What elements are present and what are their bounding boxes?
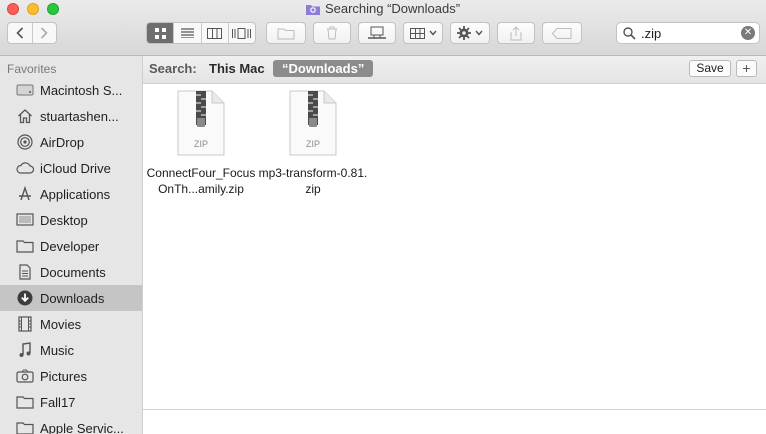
sidebar-item-label: Desktop xyxy=(40,212,88,228)
sidebar-item-label: Documents xyxy=(40,264,106,280)
title-toolbar: Searching “Downloads” .zip ✕ xyxy=(0,0,766,56)
film-icon xyxy=(15,314,35,334)
search-scope-bar: Search: This Mac “Downloads” Save + xyxy=(143,56,766,84)
folder-add-icon xyxy=(277,28,295,39)
forward-button[interactable] xyxy=(33,23,57,43)
list-view-button[interactable] xyxy=(174,23,202,43)
trash-button[interactable] xyxy=(313,22,351,44)
connect-server-button[interactable] xyxy=(358,22,396,44)
tags-button[interactable] xyxy=(542,22,582,44)
hard-drive-icon xyxy=(15,80,35,100)
icon-view-icon xyxy=(154,27,166,39)
folder-icon xyxy=(15,418,35,434)
sidebar-item-fall17[interactable]: Fall17 xyxy=(0,389,142,415)
share-icon xyxy=(510,25,522,40)
scope-downloads[interactable]: “Downloads” xyxy=(273,60,374,77)
window-title-text: Searching “Downloads” xyxy=(324,1,461,16)
column-view-button[interactable] xyxy=(202,23,229,43)
download-icon xyxy=(15,288,35,308)
sidebar-item-developer[interactable]: Developer xyxy=(0,233,142,259)
sidebar-item-downloads[interactable]: Downloads xyxy=(0,285,142,311)
airdrop-icon xyxy=(15,132,35,152)
view-mode-control xyxy=(146,22,256,44)
chevron-left-icon xyxy=(16,27,23,39)
file-item[interactable]: ZIP ConnectFour_FocusOnTh...amily.zip xyxy=(146,90,256,197)
sidebar: Favorites Macintosh S... stuartashen... … xyxy=(0,56,143,434)
file-name: ConnectFour_FocusOnTh...amily.zip xyxy=(146,166,256,196)
smart-folder-icon xyxy=(305,3,320,18)
sidebar-item-apple-services[interactable]: Apple Servic... xyxy=(0,415,142,434)
sidebar-item-label: Apple Servic... xyxy=(40,420,124,434)
tag-icon xyxy=(552,27,572,39)
cloud-icon xyxy=(15,158,35,178)
sidebar-item-home[interactable]: stuartashen... xyxy=(0,103,142,129)
scope-label: Search: xyxy=(149,61,197,76)
computer-icon xyxy=(368,26,386,39)
zip-file-icon: ZIP xyxy=(177,90,225,156)
action-button[interactable] xyxy=(450,22,490,44)
clear-search-icon[interactable]: ✕ xyxy=(741,26,755,40)
sidebar-item-label: stuartashen... xyxy=(40,108,119,124)
folder-icon xyxy=(15,392,35,412)
bottom-divider xyxy=(143,409,766,410)
cover-flow-icon xyxy=(232,27,252,39)
add-criteria-button[interactable]: + xyxy=(736,60,757,77)
share-button[interactable] xyxy=(497,22,535,44)
sidebar-item-music[interactable]: Music xyxy=(0,337,142,363)
zip-badge: ZIP xyxy=(306,139,320,149)
window-title: Searching “Downloads” xyxy=(0,1,766,18)
list-view-icon xyxy=(180,28,194,38)
finder-window: Searching “Downloads” .zip ✕ Favorites M… xyxy=(0,0,766,434)
sidebar-item-label: iCloud Drive xyxy=(40,160,111,176)
icon-view-button[interactable] xyxy=(147,23,175,43)
scope-this-mac[interactable]: This Mac xyxy=(209,61,265,76)
sidebar-item-desktop[interactable]: Desktop xyxy=(0,207,142,233)
sidebar-item-pictures[interactable]: Pictures xyxy=(0,363,142,389)
sidebar-item-label: Macintosh S... xyxy=(40,82,123,98)
chevron-right-icon xyxy=(41,27,48,39)
sidebar-item-label: Downloads xyxy=(40,290,105,306)
documents-icon xyxy=(15,262,35,282)
arrange-button[interactable] xyxy=(403,22,443,44)
file-name: mp3-transform-0.81.zip xyxy=(258,166,368,196)
new-folder-button[interactable] xyxy=(266,22,306,44)
zip-badge: ZIP xyxy=(194,139,208,149)
sidebar-item-icloud-drive[interactable]: iCloud Drive xyxy=(0,155,142,181)
home-icon xyxy=(15,106,35,126)
back-forward-control xyxy=(7,22,57,44)
file-item[interactable]: ZIP mp3-transform-0.81.zip xyxy=(258,90,368,197)
sidebar-item-applications[interactable]: Applications xyxy=(0,181,142,207)
sidebar-item-documents[interactable]: Documents xyxy=(0,259,142,285)
trash-icon xyxy=(327,26,337,40)
music-note-icon xyxy=(15,340,35,360)
zip-file-icon: ZIP xyxy=(289,90,337,156)
sidebar-item-macintosh-hd[interactable]: Macintosh S... xyxy=(0,77,142,103)
sidebar-item-label: Pictures xyxy=(40,368,87,384)
desktop-icon xyxy=(15,210,35,230)
applications-icon xyxy=(15,184,35,204)
cover-flow-button[interactable] xyxy=(229,23,255,43)
save-search-button[interactable]: Save xyxy=(689,60,731,77)
sidebar-item-movies[interactable]: Movies xyxy=(0,311,142,337)
search-field[interactable]: .zip ✕ xyxy=(616,22,760,44)
camera-icon xyxy=(15,366,35,386)
results-area: ZIP ConnectFour_FocusOnTh...amily.zip ZI… xyxy=(143,84,766,434)
search-query-text: .zip xyxy=(641,26,662,41)
sidebar-item-label: Developer xyxy=(40,238,100,254)
gear-icon xyxy=(457,26,471,40)
chevron-down-icon xyxy=(475,30,483,36)
sidebar-item-label: Applications xyxy=(40,186,111,202)
sidebar-heading: Favorites xyxy=(7,62,57,76)
back-button[interactable] xyxy=(8,23,33,43)
arrange-grid-icon xyxy=(409,27,425,39)
sidebar-item-label: Music xyxy=(40,342,74,358)
chevron-down-icon xyxy=(428,30,437,36)
search-icon xyxy=(623,27,636,40)
sidebar-item-label: Fall17 xyxy=(40,394,76,410)
sidebar-item-label: Movies xyxy=(40,316,82,332)
folder-icon xyxy=(15,236,35,256)
sidebar-item-label: AirDrop xyxy=(40,134,85,150)
column-view-icon xyxy=(207,27,223,39)
sidebar-item-airdrop[interactable]: AirDrop xyxy=(0,129,142,155)
